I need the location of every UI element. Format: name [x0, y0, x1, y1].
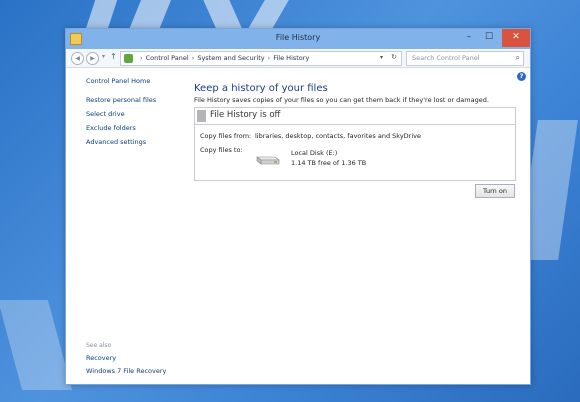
up-arrow-icon[interactable]: ↑ [110, 52, 117, 61]
search-input[interactable]: Search Control Panel [412, 54, 480, 62]
title-bar[interactable]: File History – ☐ ✕ [66, 29, 530, 49]
breadcrumb-separator: › [191, 54, 195, 62]
sidebar: Control Panel Home Restore personal file… [86, 77, 186, 152]
file-history-window: File History – ☐ ✕ ◀ ▶ ▾ ↑ › Control Pane… [65, 28, 531, 385]
breadcrumb-separator: › [267, 54, 271, 62]
destination-disk-free-space: 1.14 TB free of 1.36 TB [291, 159, 367, 167]
status-header: File History is off [195, 108, 515, 125]
destination-disk-name: Local Disk (E:) [291, 149, 338, 157]
breadcrumb: › Control Panel › System and Security › File … [137, 54, 309, 62]
copy-from-value: libraries, desktop, contacts, favorites … [255, 132, 421, 140]
breadcrumb-control-panel[interactable]: Control Panel [146, 54, 189, 62]
sidebar-restore-personal-files[interactable]: Restore personal files [86, 96, 186, 104]
see-also-windows7-recovery-link[interactable]: Windows 7 File Recovery [86, 367, 166, 375]
sidebar-select-drive[interactable]: Select drive [86, 110, 186, 118]
desktop-shape [0, 300, 73, 390]
hard-drive-icon [256, 156, 280, 165]
see-also-label: See also [86, 342, 112, 349]
back-arrow-icon[interactable]: ◀ [71, 52, 84, 65]
address-bar[interactable]: › Control Panel › System and Security › File … [120, 51, 402, 66]
breadcrumb-separator: › [140, 54, 143, 62]
maximize-button[interactable]: ☐ [478, 29, 500, 47]
recent-locations-icon[interactable]: ▾ [102, 53, 105, 60]
copy-from-label: Copy files from: [200, 132, 252, 140]
breadcrumb-file-history[interactable]: File History [273, 54, 309, 62]
page-title: Keep a history of your files [194, 83, 328, 94]
file-history-status-panel: File History is off Copy files from: lib… [194, 107, 516, 181]
navigation-bar: ◀ ▶ ▾ ↑ › Control Panel › System and Securi… [66, 49, 530, 68]
see-also-recovery-link[interactable]: Recovery [86, 354, 116, 362]
search-box[interactable]: Search Control Panel ⌕ [406, 51, 524, 66]
help-icon[interactable]: ? [517, 72, 526, 81]
status-indicator [197, 110, 206, 122]
minimize-button[interactable]: – [458, 29, 480, 47]
search-icon[interactable]: ⌕ [516, 53, 520, 63]
control-panel-icon [124, 54, 133, 63]
close-button[interactable]: ✕ [502, 29, 530, 47]
sidebar-exclude-folders[interactable]: Exclude folders [86, 124, 186, 132]
refresh-icon[interactable]: ↻ [391, 53, 397, 61]
copy-to-label: Copy files to: [200, 146, 243, 154]
page-description: File History saves copies of your files … [194, 96, 489, 104]
sidebar-control-panel-home[interactable]: Control Panel Home [86, 77, 186, 85]
forward-arrow-icon[interactable]: ▶ [86, 52, 99, 65]
breadcrumb-system-and-security[interactable]: System and Security [197, 54, 264, 62]
address-dropdown-icon[interactable]: ▾ [380, 54, 383, 61]
sidebar-advanced-settings[interactable]: Advanced settings [86, 138, 186, 146]
status-text: File History is off [210, 110, 281, 120]
turn-on-button[interactable]: Turn on [475, 184, 515, 198]
